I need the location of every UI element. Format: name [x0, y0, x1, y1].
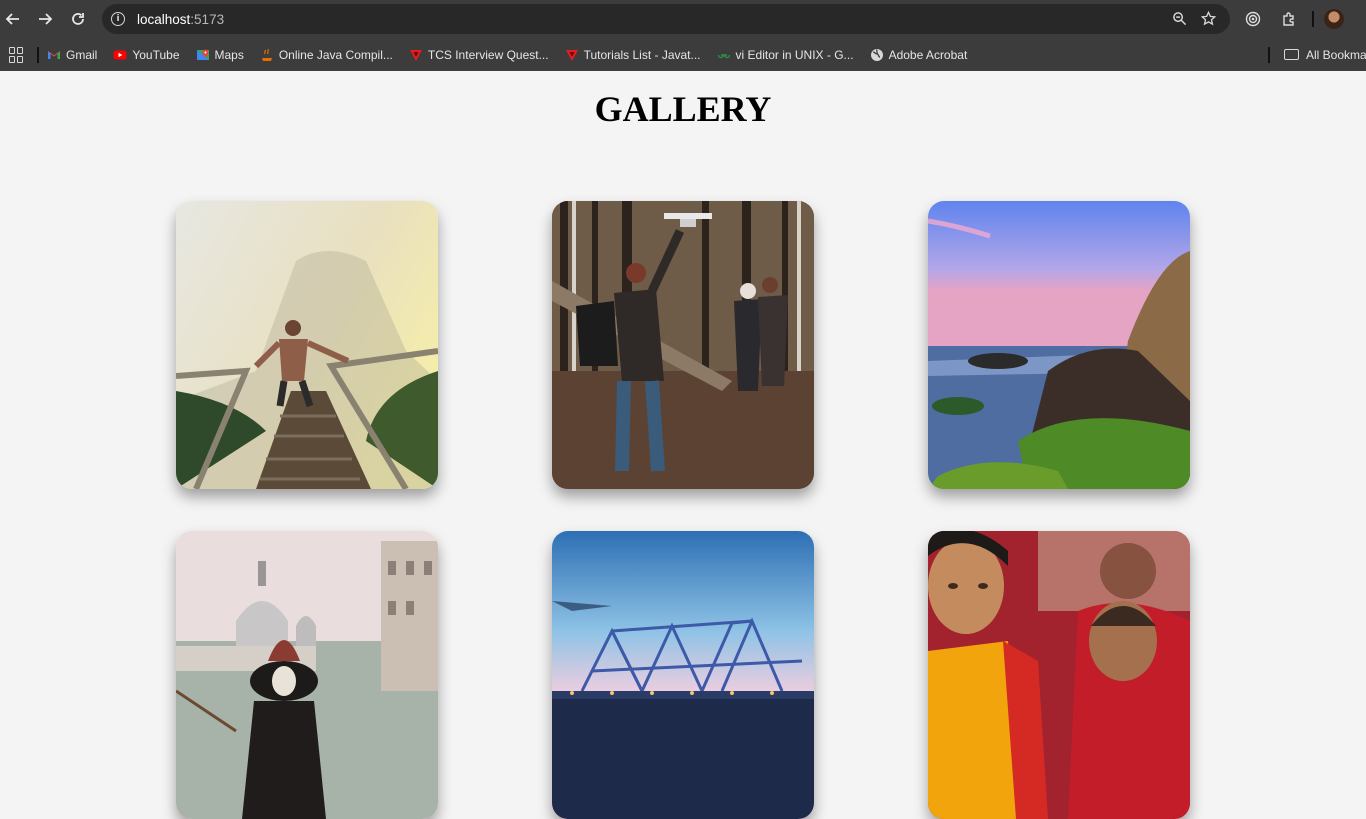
java-icon [261, 48, 272, 61]
gallery-image-hiker[interactable] [176, 201, 438, 489]
gallery-image-bridge[interactable] [552, 531, 814, 819]
extensions-puzzle-icon[interactable] [1276, 6, 1302, 32]
bookmark-youtube[interactable]: YouTube [113, 48, 180, 62]
profile-avatar[interactable] [1324, 9, 1344, 29]
lens-extension-icon[interactable] [1240, 6, 1266, 32]
browser-toolbar: i localhost:5173 [0, 0, 1366, 38]
youtube-icon [113, 50, 127, 59]
gallery-image-drone[interactable] [552, 201, 814, 489]
all-bookmarks-button[interactable]: All Bookmar [1268, 38, 1366, 71]
bookmark-online-java-compiler[interactable]: Online Java Compil... [260, 48, 393, 62]
zoom-icon[interactable] [1172, 11, 1187, 26]
bookmarks-bar: Gmail YouTube Maps Online Java Compil...… [0, 38, 1366, 71]
reload-icon [72, 13, 84, 25]
gallery-image-monks[interactable] [928, 531, 1190, 819]
gmail-icon [48, 50, 60, 59]
maps-icon [196, 49, 209, 60]
toolbar-separator [1312, 11, 1314, 27]
coast-photo [928, 201, 1190, 489]
bookmark-vi-editor-unix[interactable]: vi Editor in UNIX - G... [717, 48, 854, 62]
javatpoint-icon [409, 49, 422, 61]
monks-photo [928, 531, 1190, 819]
site-info-icon[interactable]: i [111, 12, 125, 26]
forward-button[interactable] [29, 3, 61, 35]
address-bar[interactable]: i localhost:5173 [102, 4, 1230, 34]
arrow-right-icon [39, 13, 53, 25]
drone-photo [552, 201, 814, 489]
bookmark-gmail[interactable]: Gmail [47, 48, 97, 62]
back-button[interactable] [0, 3, 29, 35]
bridge-photo [552, 531, 814, 819]
bookmark-maps[interactable]: Maps [196, 48, 244, 62]
gallery-image-venice[interactable] [176, 531, 438, 819]
venice-photo [176, 531, 438, 819]
globe-icon [870, 48, 883, 61]
page-title: GALLERY [594, 89, 772, 129]
bookmark-tutorials-list[interactable]: Tutorials List - Javat... [565, 48, 701, 62]
arrow-left-icon [5, 13, 19, 25]
bookmark-tcs-interview-questions[interactable]: TCS Interview Quest... [409, 48, 549, 62]
bookmark-adobe-acrobat[interactable]: Adobe Acrobat [870, 48, 967, 62]
reload-button[interactable] [62, 3, 94, 35]
folder-icon [1284, 49, 1299, 60]
gallery-image-coast[interactable] [928, 201, 1190, 489]
apps-grid-icon[interactable] [9, 46, 25, 63]
bookmarks-separator [37, 46, 39, 63]
geeksforgeeks-icon [717, 53, 730, 58]
url-text: localhost:5173 [137, 11, 225, 27]
bookmark-star-icon[interactable] [1201, 11, 1216, 26]
hiker-photo [176, 201, 438, 489]
javatpoint-icon [565, 49, 578, 61]
